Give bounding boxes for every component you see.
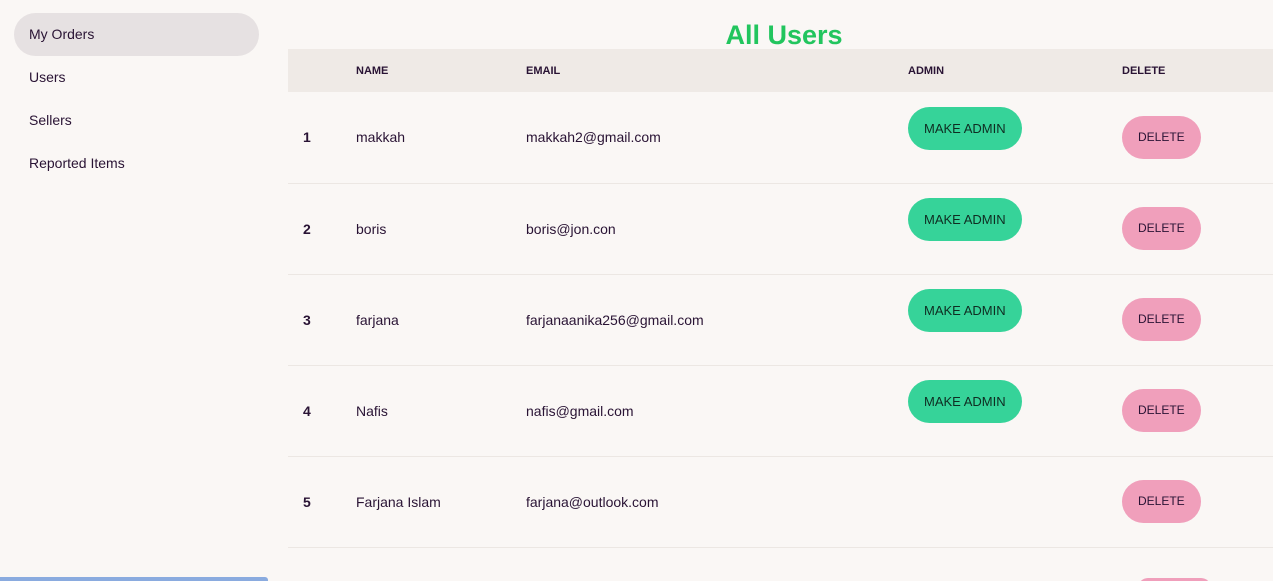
table-header-row: NAME EMAIL ADMIN DELETE <box>288 49 1273 92</box>
column-header-email: EMAIL <box>526 64 561 77</box>
delete-button[interactable]: DELETE <box>1122 389 1201 432</box>
table-row: 4 Nafis nafis@gmail.com MAKE ADMIN DELET… <box>288 365 1273 456</box>
column-header-admin: ADMIN <box>908 64 945 77</box>
delete-button[interactable]: DELETE <box>1122 207 1201 250</box>
user-name: Farjana Islam <box>356 493 441 510</box>
user-name: boris <box>356 220 387 237</box>
row-index: 2 <box>303 220 311 237</box>
user-email: farjana@outlook.com <box>526 493 659 510</box>
admin-cell: MAKE ADMIN <box>908 183 1122 274</box>
delete-cell: DELETE <box>1122 183 1273 274</box>
main-content: All Users NAME EMAIL ADMIN DELETE 1 makk… <box>288 0 1273 581</box>
row-index: 1 <box>303 129 311 146</box>
sidebar: My Orders Users Sellers Reported Items <box>0 0 288 581</box>
sidebar-menu: My Orders Users Sellers Reported Items <box>0 0 288 185</box>
sidebar-item-my-orders[interactable]: My Orders <box>14 13 259 56</box>
make-admin-button[interactable]: MAKE ADMIN <box>908 106 1022 150</box>
user-email: boris@jon.con <box>526 220 616 237</box>
make-admin-button[interactable]: MAKE ADMIN <box>908 289 1022 332</box>
column-header-name: NAME <box>356 64 389 77</box>
users-table: NAME EMAIL ADMIN DELETE 1 makkah makkah2… <box>288 49 1273 548</box>
sidebar-bottom-bar <box>0 577 268 581</box>
table-body: 1 makkah makkah2@gmail.com MAKE ADMIN DE… <box>288 92 1273 547</box>
delete-cell: DELETE <box>1122 456 1273 547</box>
user-name: Nafis <box>356 402 388 419</box>
delete-cell: DELETE <box>1122 92 1273 183</box>
sidebar-item-sellers[interactable]: Sellers <box>14 99 259 142</box>
admin-cell <box>908 456 1122 547</box>
user-name: farjana <box>356 311 399 328</box>
row-index: 5 <box>303 493 311 510</box>
admin-cell: MAKE ADMIN <box>908 274 1122 365</box>
user-email: nafis@gmail.com <box>526 402 634 419</box>
make-admin-button[interactable]: MAKE ADMIN <box>908 198 1022 241</box>
make-admin-button[interactable]: MAKE ADMIN <box>908 380 1022 423</box>
admin-cell: MAKE ADMIN <box>908 92 1122 183</box>
delete-cell: DELETE <box>1122 274 1273 365</box>
table-row: 1 makkah makkah2@gmail.com MAKE ADMIN DE… <box>288 92 1273 183</box>
row-index: 4 <box>303 402 311 419</box>
user-name: makkah <box>356 129 406 146</box>
sidebar-item-users[interactable]: Users <box>14 56 259 99</box>
column-header-delete: DELETE <box>1122 64 1166 77</box>
table-row: 5 Farjana Islam farjana@outlook.com DELE… <box>288 456 1273 547</box>
table-row: 2 boris boris@jon.con MAKE ADMIN DELETE <box>288 183 1273 274</box>
user-email: makkah2@gmail.com <box>526 129 661 146</box>
admin-cell: MAKE ADMIN <box>908 365 1122 456</box>
column-header-index <box>288 49 356 92</box>
sidebar-item-reported-items[interactable]: Reported Items <box>14 142 259 185</box>
app-root: My Orders Users Sellers Reported Items A… <box>0 0 1273 581</box>
row-index: 3 <box>303 311 311 328</box>
table-header: NAME EMAIL ADMIN DELETE <box>288 49 1273 92</box>
table-row: 3 farjana farjanaanika256@gmail.com MAKE… <box>288 274 1273 365</box>
delete-button[interactable]: DELETE <box>1122 298 1201 341</box>
page-title: All Users <box>725 20 843 50</box>
delete-cell: DELETE <box>1122 365 1273 456</box>
delete-button[interactable]: DELETE <box>1122 115 1201 159</box>
delete-button[interactable]: DELETE <box>1122 480 1201 523</box>
user-email: farjanaanika256@gmail.com <box>526 311 704 328</box>
